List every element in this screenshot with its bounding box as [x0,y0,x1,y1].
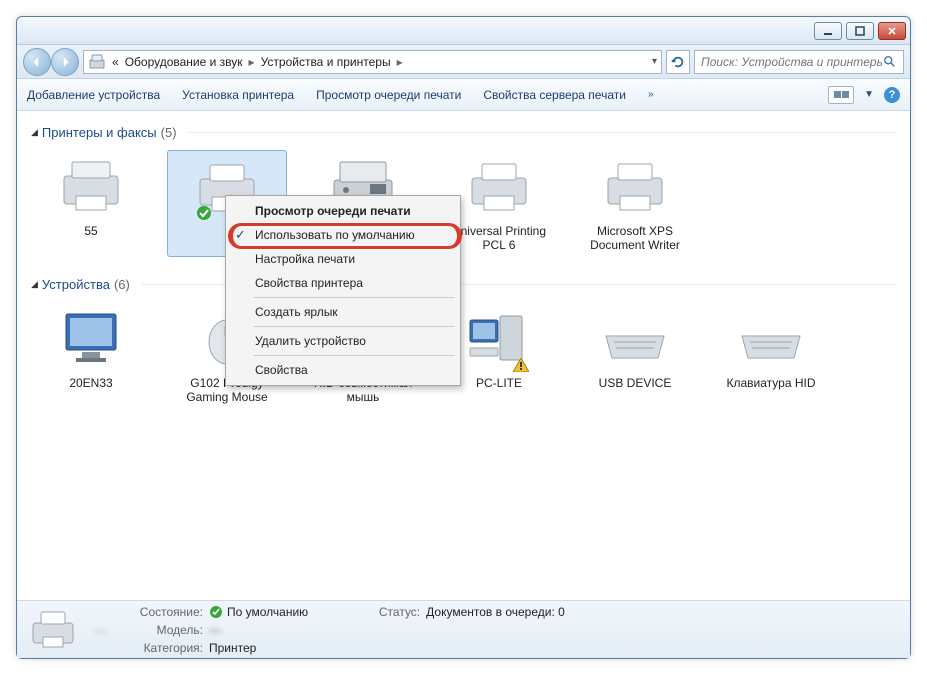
monitor-icon [31,302,151,374]
breadcrumb[interactable]: « Оборудование и звук ▸ Устройства и при… [83,50,662,74]
view-mode-button[interactable] [828,86,854,104]
server-properties-button[interactable]: Свойства сервера печати [483,88,626,102]
content-area: ◢ Принтеры и факсы (5) 55 [17,111,910,600]
printers-items: 55 Universal Printing PCL 6 [31,144,896,271]
add-device-button[interactable]: Добавление устройства [27,88,160,102]
add-printer-button[interactable]: Установка принтера [182,88,294,102]
status-device-name: — [95,623,107,637]
devices-items: 20EN33 G102 Prodigy Gaming Mouse HID-сов… [31,296,896,423]
address-bar-row: « Оборудование и звук ▸ Устройства и при… [17,45,910,79]
chevron-right-icon: ▸ [249,55,255,69]
printer-item[interactable]: Microsoft XPS Document Writer [575,150,695,257]
item-label: USB DEVICE [575,374,695,394]
status-value: Документов в очереди: 0 [426,603,565,621]
refresh-button[interactable] [666,50,690,74]
printer-icon [31,150,151,222]
ctx-create-shortcut[interactable]: Создать ярлык [229,300,457,324]
overflow-chevron-icon[interactable]: » [648,89,654,100]
checkmark-icon: ✓ [235,227,246,243]
state-label: Состояние: [125,603,203,621]
breadcrumb-prefix: « [112,55,119,69]
ctx-remove-device[interactable]: Удалить устройство [229,329,457,353]
ctx-set-default[interactable]: ✓ Использовать по умолчанию [229,223,457,247]
model-value: — [209,621,221,639]
titlebar [17,17,910,45]
group-header-devices[interactable]: ◢ Устройства (6) [31,271,896,296]
group-count: (5) [161,125,177,140]
status-printer-icon [29,609,77,651]
group-title: Принтеры и факсы [42,125,157,140]
view-queue-button[interactable]: Просмотр очереди печати [316,88,461,102]
device-item[interactable]: Клавиатура HID [711,302,831,409]
status-bar: — Состояние: По умолчанию Модель: — Катег… [17,600,910,658]
category-label: Категория: [125,639,203,657]
help-icon[interactable]: ? [884,87,900,103]
back-button[interactable] [23,48,51,76]
view-dropdown-icon[interactable]: ▼ [864,89,874,100]
ctx-printer-properties[interactable]: Свойства принтера [229,271,457,295]
item-label: Microsoft XPS Document Writer [575,222,695,257]
printer-icon [575,150,695,222]
dropdown-chevron-icon[interactable]: ▾ [652,56,657,67]
group-title: Устройства [42,277,110,292]
close-button[interactable] [878,22,906,40]
ctx-properties[interactable]: Свойства [229,358,457,382]
search-field[interactable] [701,55,883,69]
device-item[interactable]: 20EN33 [31,302,151,409]
default-badge-icon [196,205,212,221]
context-menu: Просмотр очереди печати ✓ Использовать п… [225,195,461,386]
maximize-button[interactable] [846,22,874,40]
state-value: По умолчанию [209,603,308,621]
item-label: 20EN33 [31,374,151,394]
check-circle-icon [209,605,223,619]
keyboard-icon [711,302,831,374]
device-item[interactable]: USB DEVICE [575,302,695,409]
breadcrumb-2[interactable]: Устройства и принтеры [261,55,391,69]
model-label: Модель: [125,621,203,639]
command-bar: Добавление устройства Установка принтера… [17,79,910,111]
ctx-print-settings[interactable]: Настройка печати [229,247,457,271]
category-value: Принтер [209,639,256,657]
collapse-triangle-icon[interactable]: ◢ [31,279,38,290]
item-label: 55 [31,222,151,242]
printer-item[interactable]: 55 [31,150,151,257]
status-label: Статус: [342,603,420,621]
forward-button[interactable] [51,48,79,76]
keyboard-icon [575,302,695,374]
item-label: Клавиатура HID [711,374,831,394]
nav-buttons [23,48,79,76]
ctx-view-queue[interactable]: Просмотр очереди печати [229,199,457,223]
collapse-triangle-icon[interactable]: ◢ [31,127,38,138]
explorer-window: « Оборудование и звук ▸ Устройства и при… [16,16,911,659]
warning-badge-icon [513,358,529,372]
minimize-button[interactable] [814,22,842,40]
group-count: (6) [114,277,130,292]
devices-icon [88,53,106,71]
search-input[interactable] [694,50,904,74]
breadcrumb-1[interactable]: Оборудование и звук [125,55,243,69]
group-header-printers[interactable]: ◢ Принтеры и факсы (5) [31,119,896,144]
search-icon [883,55,897,69]
ctx-label: Использовать по умолчанию [255,228,415,242]
chevron-right-icon: ▸ [397,55,403,69]
